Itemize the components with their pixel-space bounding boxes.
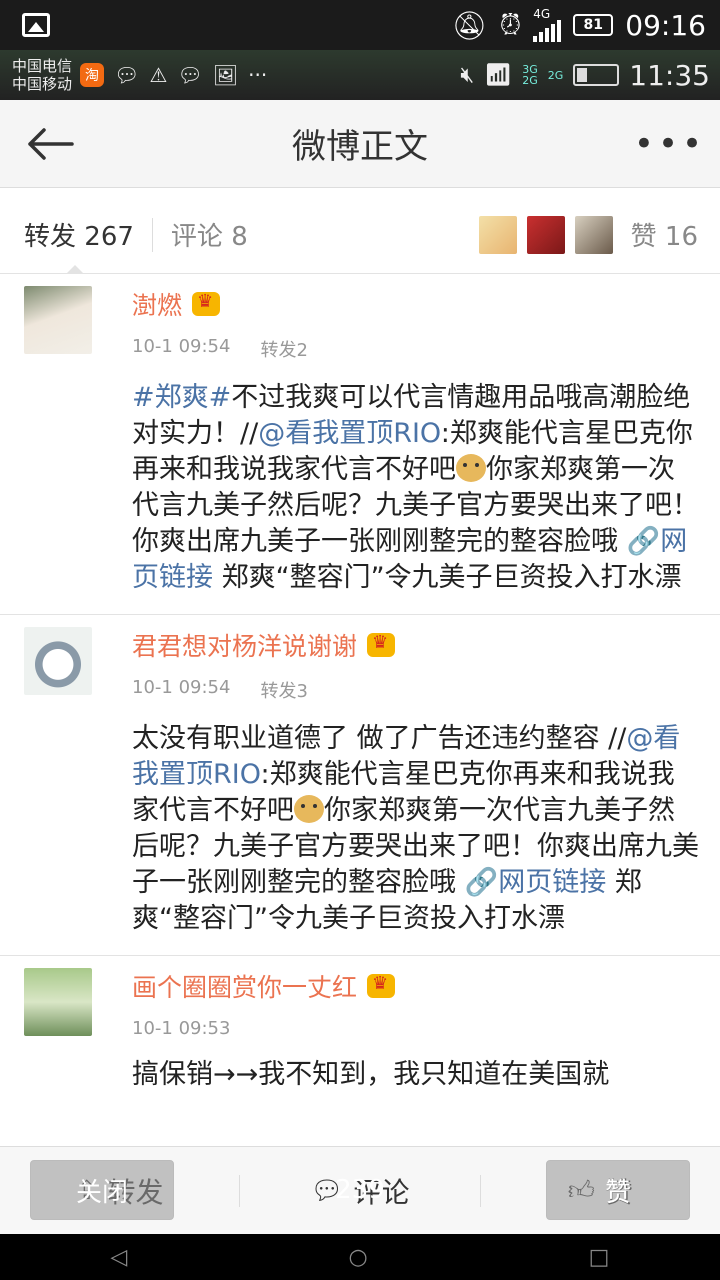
tab-likes-count: 16: [664, 222, 698, 252]
tab-comments-count: 8: [231, 222, 248, 252]
tab-bar: 转发 267 评论 8 赞 16: [0, 196, 720, 274]
tab-reposts-count: 267: [84, 222, 134, 252]
vibrate-off-icon: 🔇︎: [460, 62, 475, 88]
battery-level: 81: [583, 17, 604, 33]
post-meta: 10-1 09:54 转发3: [132, 677, 700, 703]
hashtag-link[interactable]: #郑爽#: [132, 382, 231, 413]
repost-count: 转发3: [260, 681, 308, 702]
alarm-icon: ⏰︎: [499, 8, 522, 41]
inner-clock: 11:35: [629, 58, 710, 92]
battery-icon: 81: [573, 14, 614, 36]
tab-likes-label: 赞: [630, 222, 657, 252]
repost-count: 转发2: [260, 340, 308, 361]
vip-crown-icon: [367, 632, 396, 657]
list-item[interactable]: 君君想对杨洋说谢谢 10-1 09:54 转发3 太没有职业道德了 做了广告还违…: [0, 615, 720, 956]
inner-status-bar: 中国电信 中国移动 淘 💬︎ ⚠︎ 💬︎ 🖼︎ ··· 🔇︎ 📶︎ 3G 2G …: [0, 50, 720, 100]
page-title: 微博正文: [292, 127, 428, 167]
post-text: 太没有职业道德了 做了广告还违约整容 //@看我置顶RIO:郑爽能代言星巴克你再…: [132, 721, 700, 937]
tab-comments-label: 评论: [170, 222, 223, 252]
app-header: 微博正文 •••: [0, 100, 720, 188]
tab-comments[interactable]: 评论 8: [153, 216, 266, 253]
system-status-bar: 🔕︎ ⏰︎ 4G 81 09:16: [0, 0, 720, 50]
more-options-icon[interactable]: •••: [620, 124, 720, 164]
like-overlay-button[interactable]: 赞: [546, 1160, 690, 1220]
post-time: 10-1 09:54: [132, 336, 231, 357]
post-meta: 10-1 09:54 转发2: [132, 336, 700, 362]
post-time: 10-1 09:54: [132, 677, 231, 698]
signal-icon: [533, 20, 562, 42]
post-time: 10-1 09:53: [132, 1018, 231, 1039]
network-type: 4G: [533, 7, 551, 21]
vip-crown-icon: [367, 973, 396, 998]
inner-battery-icon: [573, 64, 620, 86]
wechat-icon: 💬︎: [114, 63, 140, 87]
liker-avatar[interactable]: [574, 215, 613, 254]
tab-likes[interactable]: 赞 16: [631, 216, 698, 253]
net-2g-b: 2G: [547, 68, 564, 82]
mention-link[interactable]: @看我置顶RIO: [258, 418, 441, 449]
mute-icon: 🔕︎: [451, 8, 488, 42]
back-button[interactable]: [0, 100, 100, 188]
close-overlay-label: 关闭: [75, 1177, 128, 1208]
carrier-2: 中国移动: [12, 75, 73, 93]
close-overlay-button[interactable]: 关闭: [30, 1160, 174, 1220]
carrier-names: 中国电信 中国移动: [0, 57, 72, 93]
post-text: #郑爽#不过我爽可以代言情趣用品哦高潮脸绝对实力！//@看我置顶RIO:郑爽能代…: [132, 380, 700, 596]
repost-list[interactable]: 澍燃 10-1 09:54 转发2 #郑爽#不过我爽可以代言情趣用品哦高潮脸绝对…: [0, 274, 720, 1146]
system-nav-bar: ◁ ○ □: [0, 1234, 720, 1280]
more-notifications-icon: ···: [248, 63, 268, 87]
list-item[interactable]: 画个圈圈赏你一丈红 10-1 09:53 搞保销→→我不知到，我只知道在美国就: [0, 956, 720, 1111]
overlay-counter: 239: [300, 1160, 420, 1220]
web-link[interactable]: 🔗网页链接: [465, 867, 607, 898]
text-segment: 郑爽“整容门”令九美子巨资投入打水漂: [213, 562, 682, 593]
network-labels: 3G 2G: [522, 64, 538, 86]
username-row: 画个圈圈赏你一丈红: [132, 968, 700, 1004]
list-item[interactable]: 澍燃 10-1 09:54 转发2 #郑爽#不过我爽可以代言情趣用品哦高潮脸绝对…: [0, 274, 720, 615]
back-nav-icon[interactable]: ◁: [111, 1245, 128, 1270]
username[interactable]: 画个圈圈赏你一丈红: [132, 968, 357, 1004]
post-meta: 10-1 09:53: [132, 1018, 700, 1039]
text-segment: 太没有职业道德了 做了广告还违约整容 //: [132, 723, 627, 754]
liker-avatar[interactable]: [526, 215, 565, 254]
recents-nav-icon[interactable]: □: [589, 1245, 610, 1270]
active-tab-indicator: [66, 265, 84, 274]
doge-emoji-icon: [456, 454, 486, 482]
doge-emoji-icon: [294, 795, 324, 823]
avatar[interactable]: [24, 286, 92, 354]
wechat-icon-2: 💬︎: [177, 63, 203, 87]
avatar[interactable]: [24, 968, 92, 1036]
warning-icon: ⚠︎: [149, 63, 168, 87]
username[interactable]: 君君想对杨洋说谢谢: [132, 627, 357, 663]
like-overlay-label: 赞: [604, 1177, 631, 1208]
home-nav-icon[interactable]: ○: [348, 1245, 367, 1270]
liker-avatar[interactable]: [478, 215, 517, 254]
username-row: 君君想对杨洋说谢谢: [132, 627, 700, 663]
back-arrow-icon: [28, 127, 74, 160]
post-text: 搞保销→→我不知到，我只知道在美国就: [132, 1057, 700, 1093]
overlay-counter-value: 239: [335, 1175, 385, 1205]
tab-reposts-label: 转发: [24, 222, 77, 252]
carrier-1: 中国电信: [12, 57, 73, 75]
taobao-icon: 淘: [80, 63, 105, 87]
liker-avatars[interactable]: 赞 16: [478, 215, 720, 254]
username-row: 澍燃: [132, 286, 700, 322]
tab-reposts[interactable]: 转发 267: [0, 216, 152, 253]
image-icon: 🖼︎: [212, 63, 239, 87]
gallery-icon: [22, 13, 50, 37]
clock: 09:16: [625, 8, 706, 42]
text-segment: 搞保销→→我不知到，我只知道在美国就: [132, 1059, 610, 1090]
vip-crown-icon: [192, 291, 221, 316]
net-2g-a: 2G: [522, 74, 538, 87]
wifi-icon: 📶︎: [484, 62, 513, 88]
avatar[interactable]: [24, 627, 92, 695]
username[interactable]: 澍燃: [132, 286, 182, 322]
